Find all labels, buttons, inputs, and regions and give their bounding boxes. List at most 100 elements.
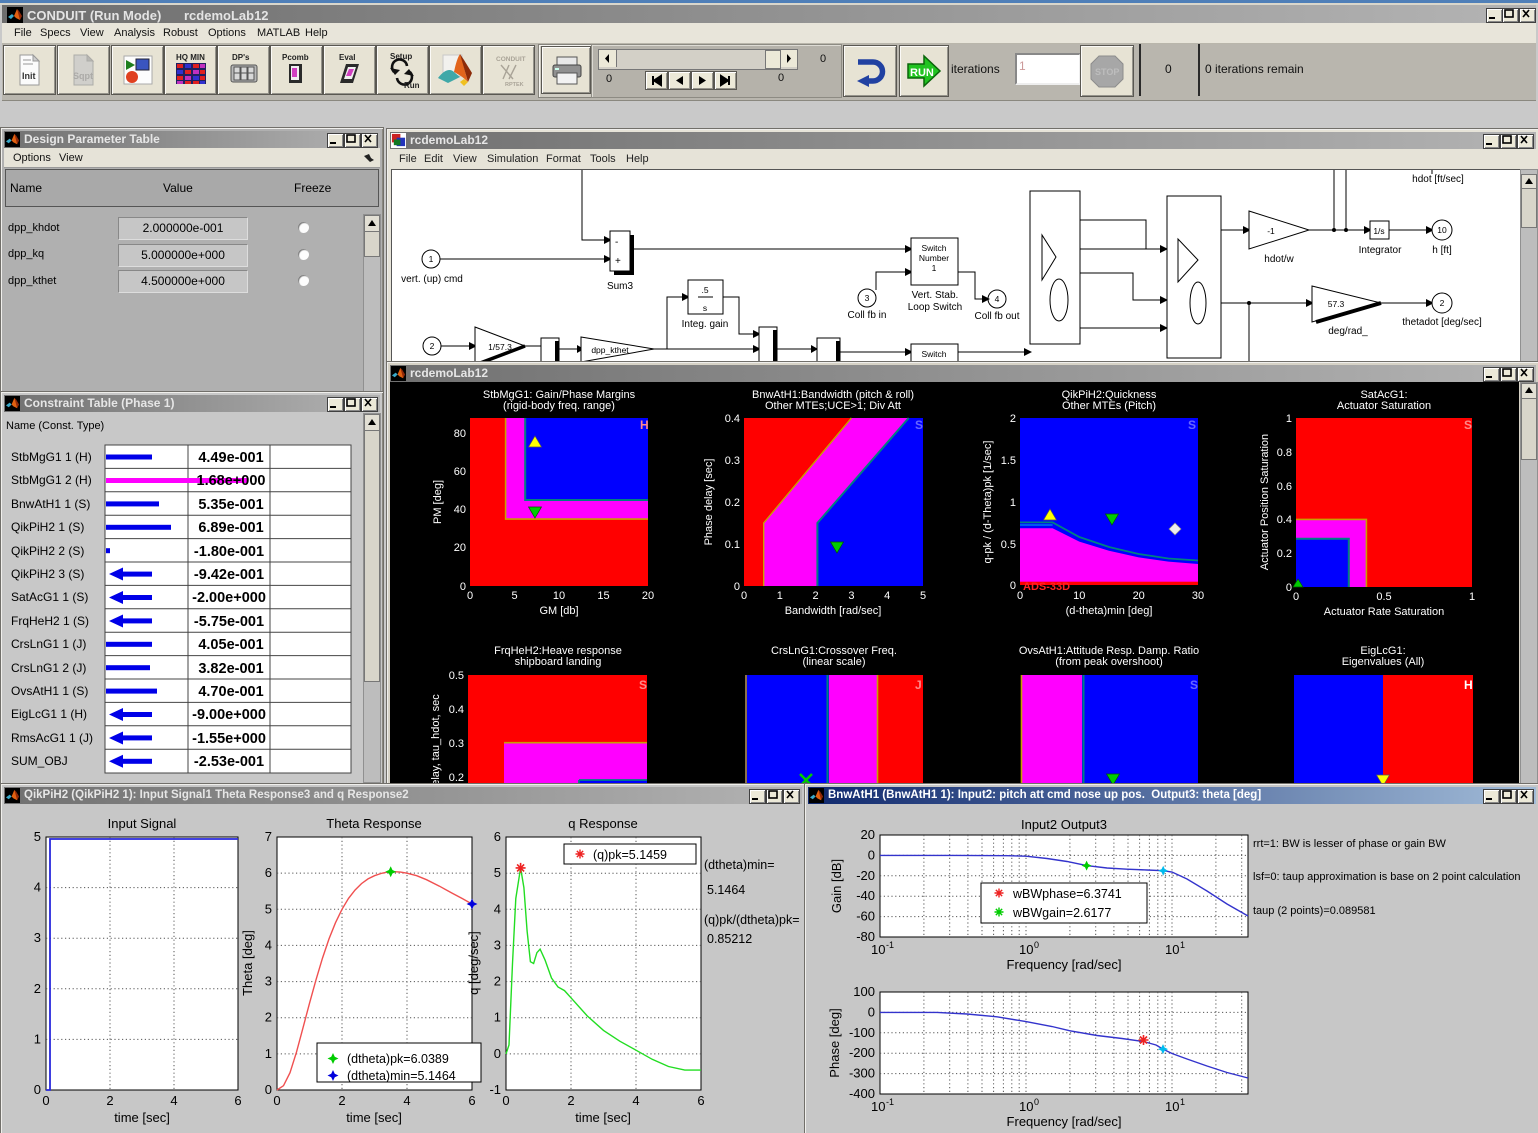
svg-text:EigLcG1 1 (H): EigLcG1 1 (H) xyxy=(11,707,87,721)
svg-text:4: 4 xyxy=(170,1093,177,1108)
svg-text:100: 100 xyxy=(853,984,875,999)
svg-text:HQ MIN: HQ MIN xyxy=(176,53,205,62)
svg-text:Loop Switch: Loop Switch xyxy=(908,302,962,313)
svg-text:Integ. gain: Integ. gain xyxy=(682,319,729,330)
svg-text:4.49e-001: 4.49e-001 xyxy=(198,450,263,466)
svg-text:1.68e+000: 1.68e+000 xyxy=(197,473,266,489)
svg-text:OvsAtH1 1 (S): OvsAtH1 1 (S) xyxy=(11,684,88,698)
svg-text:Coll fb out: Coll fb out xyxy=(974,311,1019,322)
svg-text:(q)pk/(dtheta)pk=: (q)pk/(dtheta)pk= xyxy=(704,913,800,927)
svg-text:3: 3 xyxy=(34,930,41,945)
svg-text:0: 0 xyxy=(1286,582,1292,594)
svg-text:1: 1 xyxy=(265,1046,272,1061)
svg-text:deg/rad_: deg/rad_ xyxy=(1328,326,1368,337)
svg-text:0.1: 0.1 xyxy=(725,539,740,551)
svg-text:4: 4 xyxy=(494,901,501,916)
svg-text:Actuator Rate Saturation: Actuator Rate Saturation xyxy=(1324,606,1444,618)
svg-text:0: 0 xyxy=(1034,940,1039,950)
svg-text:4: 4 xyxy=(403,1093,410,1108)
svg-text:10: 10 xyxy=(1437,225,1447,235)
svg-text:10: 10 xyxy=(1019,942,1033,957)
svg-text:2: 2 xyxy=(813,590,819,602)
svg-text:4.70e-001: 4.70e-001 xyxy=(198,684,263,700)
svg-text:0: 0 xyxy=(460,581,466,593)
svg-text:57.3: 57.3 xyxy=(1328,299,1345,309)
svg-text:15: 15 xyxy=(597,590,609,602)
svg-text:20: 20 xyxy=(642,590,654,602)
svg-text:4: 4 xyxy=(995,294,1000,304)
svg-text:1: 1 xyxy=(34,1031,41,1046)
svg-text:4: 4 xyxy=(265,937,272,952)
svg-text:0.5: 0.5 xyxy=(1001,539,1016,551)
svg-text:6: 6 xyxy=(468,1093,475,1108)
svg-text:1: 1 xyxy=(777,590,783,602)
svg-text:J: J xyxy=(915,678,922,692)
svg-text:(q)pk=5.1459: (q)pk=5.1459 xyxy=(593,848,667,862)
svg-text:20: 20 xyxy=(861,827,875,842)
svg-text:-9.42e-001: -9.42e-001 xyxy=(194,567,264,583)
svg-text:80: 80 xyxy=(454,428,466,440)
svg-text:rrt=1: BW is lesser of phase o: rrt=1: BW is lesser of phase or gain BW xyxy=(1253,838,1446,850)
svg-text:2: 2 xyxy=(265,1010,272,1025)
svg-text:20: 20 xyxy=(1133,590,1145,602)
svg-text:0: 0 xyxy=(1010,580,1016,592)
svg-text:Run: Run xyxy=(404,81,420,90)
svg-text:10: 10 xyxy=(1019,1099,1033,1114)
svg-text:2: 2 xyxy=(338,1093,345,1108)
svg-text:BnwAtH1 1 (S): BnwAtH1 1 (S) xyxy=(11,497,90,511)
svg-text:10: 10 xyxy=(1073,590,1085,602)
svg-text:-1.55e+000: -1.55e+000 xyxy=(192,731,266,747)
svg-text:0: 0 xyxy=(494,1046,501,1061)
svg-text:0: 0 xyxy=(42,1093,49,1108)
svg-text:Actuator Position Saturation: Actuator Position Saturation xyxy=(1259,434,1271,570)
svg-text:40: 40 xyxy=(454,504,466,516)
svg-text:0: 0 xyxy=(1034,1097,1039,1107)
svg-text:2: 2 xyxy=(1440,298,1445,308)
svg-text:ADS-33D: ADS-33D xyxy=(1023,581,1070,593)
svg-text:1: 1 xyxy=(1286,413,1292,425)
svg-text:Theta [deg]: Theta [deg] xyxy=(240,930,255,996)
svg-text:1: 1 xyxy=(1180,1097,1185,1107)
svg-text:Coll fb in: Coll fb in xyxy=(848,310,887,321)
svg-text:STOP: STOP xyxy=(1095,67,1119,77)
svg-text:0: 0 xyxy=(265,1082,272,1097)
svg-text:Gain [dB]: Gain [dB] xyxy=(829,859,844,913)
svg-text:-300: -300 xyxy=(849,1066,875,1081)
svg-text:0.4: 0.4 xyxy=(725,413,740,425)
svg-text:10: 10 xyxy=(1165,1099,1179,1114)
svg-text:wBWphase=6.3741: wBWphase=6.3741 xyxy=(1012,887,1122,901)
svg-text:shipboard landing: shipboard landing xyxy=(515,656,602,668)
svg-text:-9.00e+000: -9.00e+000 xyxy=(192,707,266,723)
svg-text:1/57.3: 1/57.3 xyxy=(488,342,512,352)
svg-text:0.5: 0.5 xyxy=(449,670,464,682)
svg-text:(dtheta)min=5.1464: (dtheta)min=5.1464 xyxy=(347,1069,456,1083)
svg-text:(d-theta)min [deg]: (d-theta)min [deg] xyxy=(1066,605,1153,617)
svg-text:-100: -100 xyxy=(849,1025,875,1040)
svg-text:Number: Number xyxy=(919,253,949,263)
svg-text:Vert. Stab.: Vert. Stab. xyxy=(912,290,959,301)
svg-text:10: 10 xyxy=(553,590,565,602)
svg-text:CrsLnG1 2 (J): CrsLnG1 2 (J) xyxy=(11,661,86,675)
svg-text:2: 2 xyxy=(430,341,435,351)
svg-text:vert. (up) cmd: vert. (up) cmd xyxy=(401,274,463,285)
svg-text:4.05e-001: 4.05e-001 xyxy=(198,637,263,653)
svg-text:Name (Const. Type): Name (Const. Type) xyxy=(6,420,104,432)
svg-text:S: S xyxy=(915,418,923,432)
svg-text:5: 5 xyxy=(920,590,926,602)
svg-text:H: H xyxy=(1464,678,1473,692)
svg-text:-40: -40 xyxy=(856,888,875,903)
svg-text:1: 1 xyxy=(932,263,937,273)
svg-text:0.6: 0.6 xyxy=(1277,481,1292,493)
svg-text:QikPiH2 2 (S): QikPiH2 2 (S) xyxy=(11,544,84,558)
svg-text:S: S xyxy=(639,678,647,692)
svg-text:-2.00e+000: -2.00e+000 xyxy=(192,590,266,606)
svg-text:5: 5 xyxy=(494,865,501,880)
svg-text:-1: -1 xyxy=(1267,226,1275,236)
svg-text:Input2 Output3: Input2 Output3 xyxy=(1021,817,1107,832)
svg-text:10: 10 xyxy=(1165,942,1179,957)
svg-text:S: S xyxy=(1464,418,1472,432)
svg-text:30: 30 xyxy=(1192,590,1204,602)
svg-text:dpp_kthet: dpp_kthet xyxy=(591,345,629,355)
svg-text:(dtheta)pk=6.0389: (dtheta)pk=6.0389 xyxy=(347,1052,449,1066)
svg-text:FrqHeH2 1 (S): FrqHeH2 1 (S) xyxy=(11,614,89,628)
